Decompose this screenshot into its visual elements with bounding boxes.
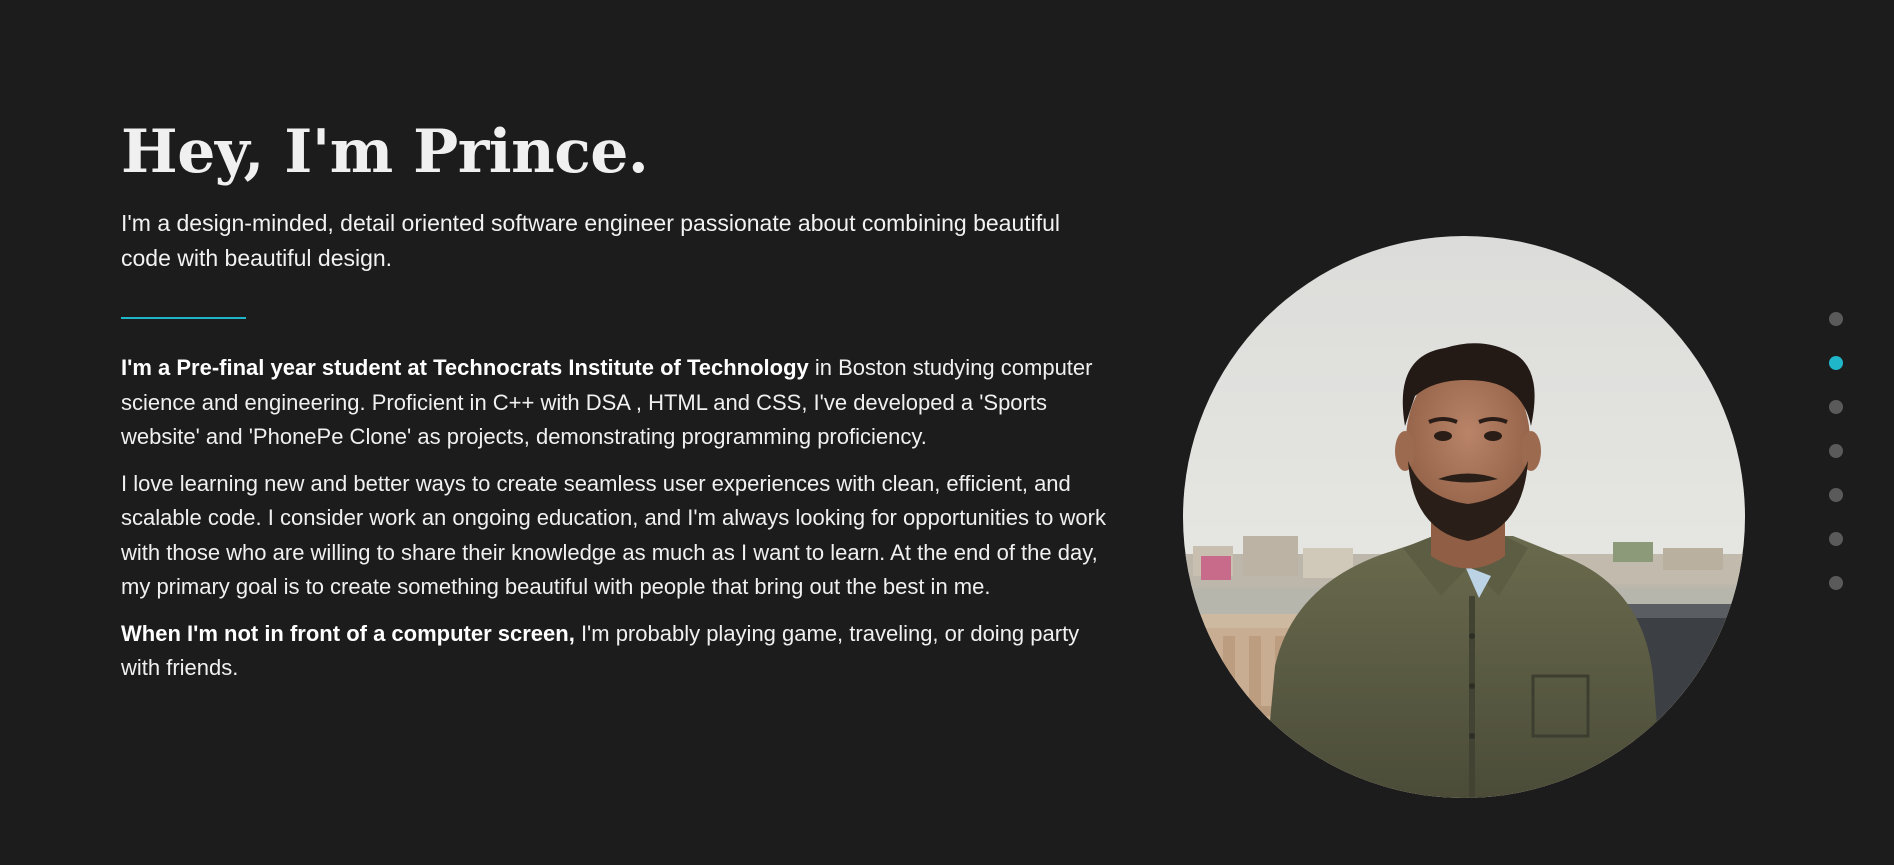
section-nav-dot-6[interactable] bbox=[1829, 532, 1843, 546]
section-nav-dot-7[interactable] bbox=[1829, 576, 1843, 590]
about-section: Hey, I'm Prince. I'm a design-minded, de… bbox=[0, 0, 1894, 865]
bio-hobbies-highlight: When I'm not in front of a computer scre… bbox=[121, 620, 575, 646]
section-nav-dot-1[interactable] bbox=[1829, 312, 1843, 326]
page-title: Hey, I'm Prince. bbox=[121, 117, 649, 187]
section-nav-dot-4[interactable] bbox=[1829, 444, 1843, 458]
section-nav-dot-5[interactable] bbox=[1829, 488, 1843, 502]
bio-paragraph-education: I'm a Pre-final year student at Technocr… bbox=[121, 351, 1111, 455]
profile-photo bbox=[1183, 236, 1745, 798]
section-nav-dot-3[interactable] bbox=[1829, 400, 1843, 414]
bio-paragraph-goals: I love learning new and better ways to c… bbox=[121, 470, 1106, 600]
tagline: I'm a design-minded, detail oriented sof… bbox=[121, 210, 1061, 271]
bio-paragraph-hobbies: When I'm not in front of a computer scre… bbox=[121, 617, 1111, 686]
profile-photo-illustration bbox=[1183, 236, 1745, 798]
bio: I'm a Pre-final year student at Technocr… bbox=[121, 351, 1111, 686]
section-nav-dots bbox=[1829, 312, 1845, 620]
about-content: Hey, I'm Prince. I'm a design-minded, de… bbox=[121, 112, 1111, 698]
accent-divider bbox=[121, 317, 246, 319]
bio-education-highlight: I'm a Pre-final year student at Technocr… bbox=[121, 355, 809, 380]
section-nav-dot-2[interactable] bbox=[1829, 356, 1843, 370]
